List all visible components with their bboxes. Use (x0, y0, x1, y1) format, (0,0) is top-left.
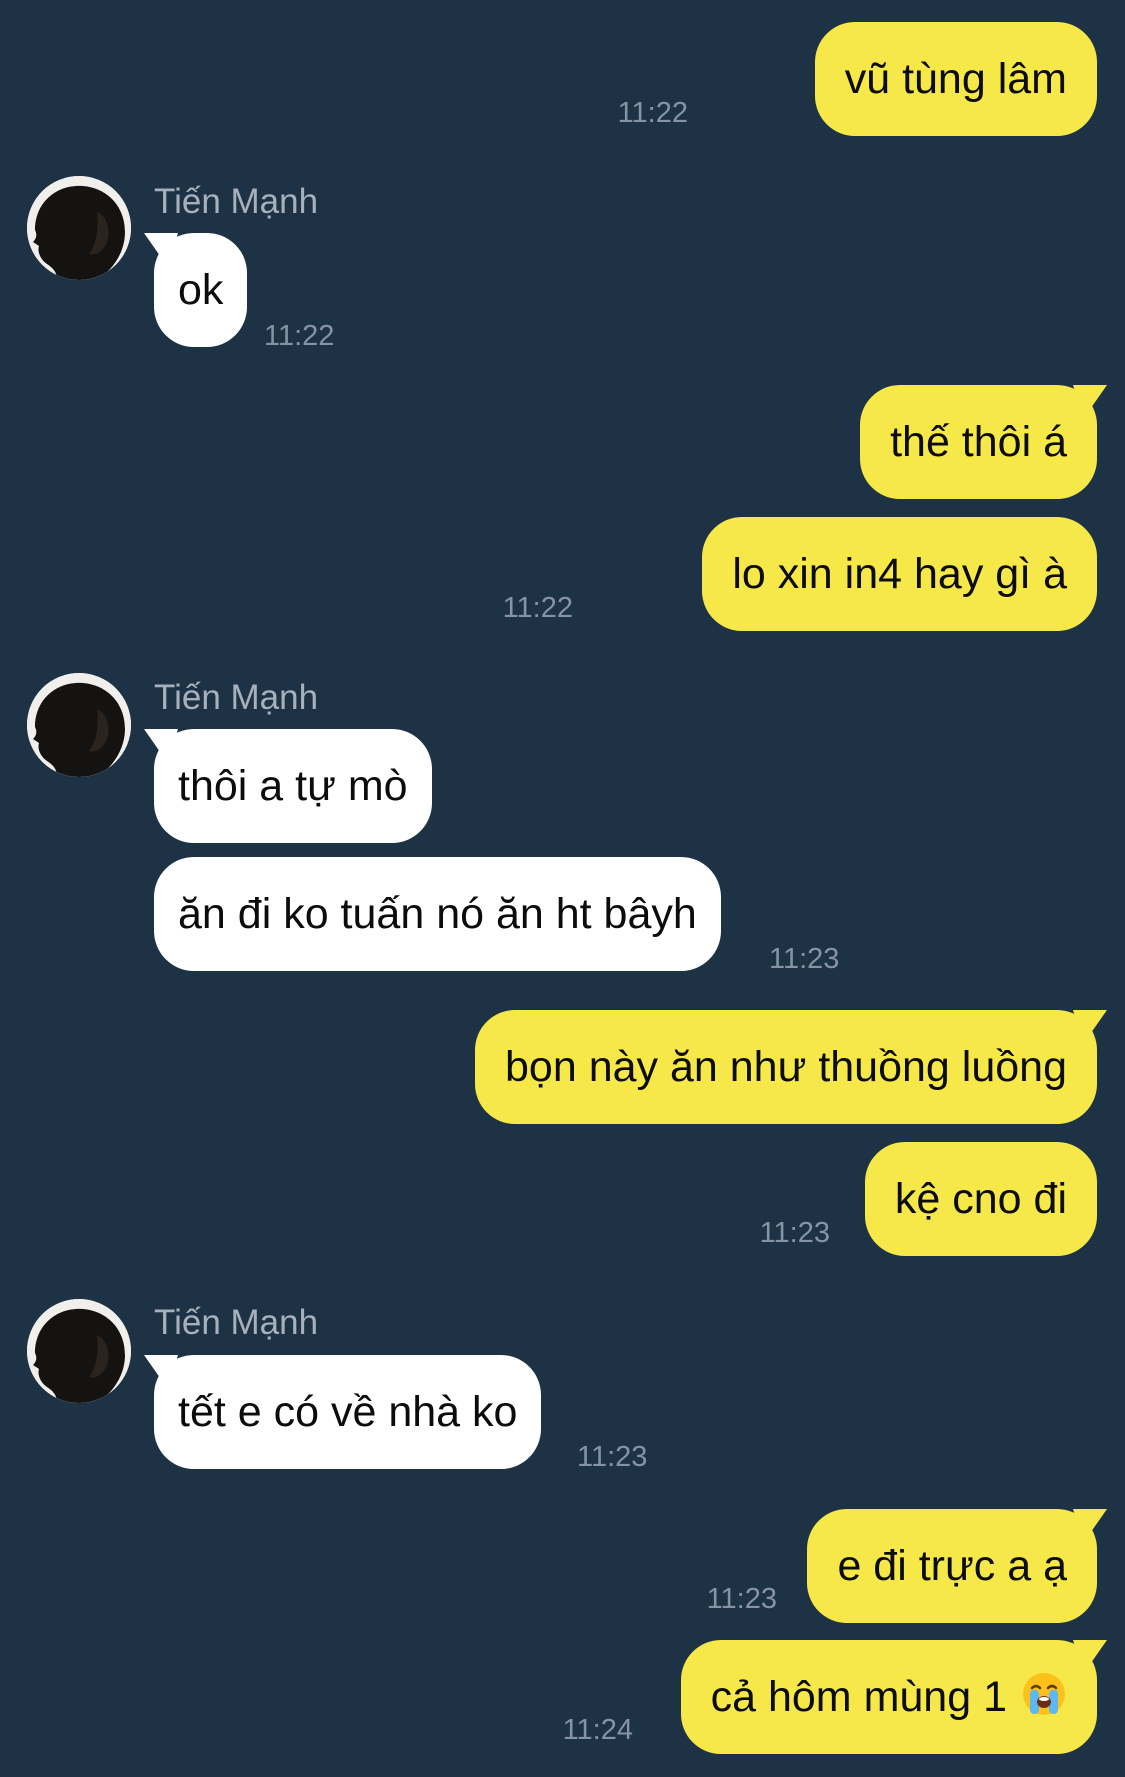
message-timestamp: 11:22 (502, 592, 573, 624)
sender-name: Tiến Mạnh (154, 182, 319, 221)
message-bubble-outgoing[interactable]: vũ tùng lâm (814, 22, 1097, 136)
message-bubble-outgoing[interactable]: e đi trực a ạ (807, 1509, 1097, 1623)
message-timestamp: 11:22 (264, 320, 335, 352)
profile-silhouette-icon (27, 1299, 131, 1403)
message-timestamp: 11:23 (769, 943, 840, 975)
message-bubble-incoming[interactable]: tết e có về nhà ko (154, 1355, 542, 1469)
sender-name: Tiến Mạnh (154, 678, 319, 717)
message-timestamp: 11:23 (706, 1583, 777, 1615)
message-bubble-incoming[interactable]: thôi a tự mò (154, 729, 432, 843)
message-timestamp: 11:23 (577, 1441, 648, 1473)
message-timestamp: 11:24 (562, 1714, 633, 1746)
message-text: cả hôm mùng 1 (710, 1673, 1007, 1721)
chat-thread[interactable]: vũ tùng lâm 11:22 Tiến Mạnh ok 11:22 thế… (0, 0, 1125, 1777)
message-bubble-incoming[interactable]: ok (154, 233, 248, 347)
contact-avatar[interactable] (27, 176, 131, 280)
contact-avatar[interactable] (27, 673, 131, 777)
message-bubble-outgoing[interactable]: kệ cno đi (864, 1142, 1097, 1256)
message-timestamp: 11:23 (759, 1217, 830, 1249)
message-bubble-incoming[interactable]: ăn đi ko tuấn nó ăn ht bâyh (154, 857, 721, 971)
sender-name: Tiến Mạnh (154, 1303, 319, 1342)
message-bubble-outgoing[interactable]: thế thôi á (860, 385, 1097, 499)
message-timestamp: 11:22 (617, 97, 688, 129)
profile-silhouette-icon (27, 176, 131, 280)
message-bubble-outgoing[interactable]: cả hôm mùng 1 (680, 1640, 1097, 1754)
loudly-crying-face-icon (1023, 1673, 1065, 1715)
contact-avatar[interactable] (27, 1299, 131, 1403)
profile-silhouette-icon (27, 673, 131, 777)
message-bubble-outgoing[interactable]: lo xin in4 hay gì à (702, 517, 1097, 631)
message-bubble-outgoing[interactable]: bọn này ăn như thuồng luồng (475, 1010, 1097, 1124)
